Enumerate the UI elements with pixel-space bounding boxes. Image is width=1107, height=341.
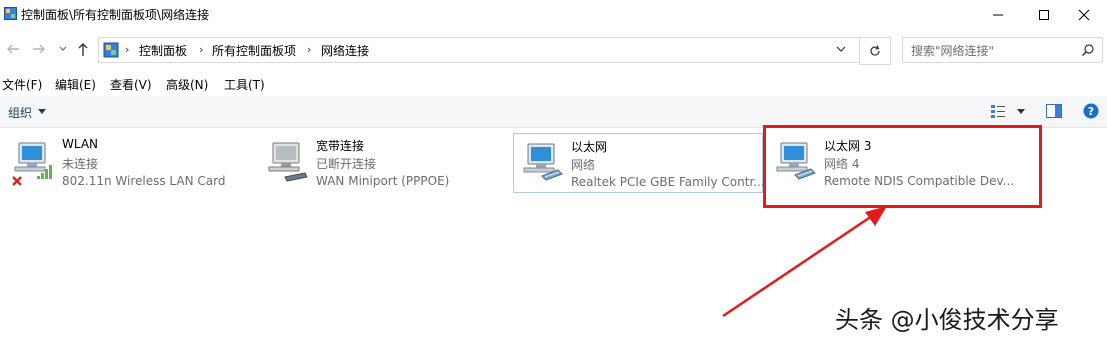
menu-file[interactable]: 文件(F) — [2, 73, 42, 96]
command-bar: 组织 ? — [0, 96, 1107, 128]
search-input[interactable]: 搜索"网络连接" — [902, 37, 1103, 63]
connection-status: 已断开连接 — [316, 157, 377, 171]
dropdown-arrow-icon[interactable] — [38, 109, 46, 115]
address-bar[interactable]: › 控制面板 › 所有控制面板项 › 网络连接 — [98, 37, 860, 63]
dropdown-arrow-icon[interactable] — [1017, 109, 1025, 115]
broadband-connection-icon — [268, 142, 308, 182]
window-title: 控制面板\所有控制面板项\网络连接 — [21, 8, 210, 22]
connection-device: Realtek PCIe GBE Family Contr... — [571, 175, 765, 189]
menu-view[interactable]: 查看(V) — [110, 73, 152, 96]
connection-name: 宽带连接 — [316, 139, 365, 153]
breadcrumb-network-connections[interactable]: 网络连接 — [321, 42, 369, 59]
connection-device: 802.11n Wireless LAN Card — [62, 174, 226, 188]
chevron-right-icon[interactable]: › — [307, 43, 311, 56]
control-panel-icon — [103, 42, 119, 58]
search-placeholder: 搜索"网络连接" — [911, 44, 995, 58]
connection-status: 网络 — [571, 158, 596, 172]
breadcrumb-all-items[interactable]: 所有控制面板项 — [212, 42, 296, 59]
connection-item-wlan[interactable]: WLAN 未连接 802.11n Wireless LAN Card — [5, 133, 250, 191]
menu-advanced[interactable]: 高级(N) — [166, 73, 208, 96]
chevron-right-icon[interactable]: › — [199, 43, 203, 56]
back-arrow-icon[interactable] — [4, 40, 22, 58]
forward-arrow-icon[interactable] — [30, 40, 48, 58]
refresh-icon — [870, 45, 880, 56]
connection-name: 以太网 — [571, 140, 608, 154]
connection-item-ethernet[interactable]: 以太网 网络 Realtek PCIe GBE Family Contr... — [513, 133, 765, 193]
disconnected-x-icon — [12, 176, 22, 186]
up-arrow-icon[interactable] — [74, 40, 92, 58]
connection-status: 未连接 — [62, 157, 99, 171]
close-button[interactable] — [1061, 0, 1107, 30]
menu-bar: 文件(F) 编辑(E) 查看(V) 高级(N) 工具(T) — [0, 73, 1107, 95]
connection-name: WLAN — [62, 137, 99, 151]
connection-item-broadband[interactable]: 宽带连接 已断开连接 WAN Miniport (PPPOE) — [259, 133, 504, 191]
help-icon[interactable]: ? — [1083, 103, 1099, 119]
ethernet-network-icon — [523, 143, 563, 181]
search-icon[interactable] — [1081, 43, 1095, 57]
maximize-icon — [1039, 10, 1049, 20]
minimize-icon — [993, 14, 1003, 16]
chevron-right-icon[interactable]: › — [125, 43, 129, 56]
chevron-down-icon[interactable] — [834, 42, 848, 56]
change-view-icon[interactable] — [990, 103, 1006, 119]
breadcrumb-control-panel[interactable]: 控制面板 — [139, 42, 187, 59]
watermark: 头条 @小俊技术分享 — [835, 306, 1059, 334]
minimize-button[interactable] — [975, 0, 1021, 30]
chevron-down-icon[interactable] — [58, 44, 68, 54]
organize-button[interactable]: 组织 — [8, 104, 32, 121]
highlight-box — [763, 125, 1042, 208]
close-icon — [1078, 9, 1090, 21]
preview-pane-icon[interactable] — [1046, 104, 1062, 118]
control-panel-icon — [4, 7, 17, 20]
refresh-button[interactable] — [859, 37, 891, 65]
title-bar: 控制面板\所有控制面板项\网络连接 — [0, 0, 1107, 30]
connection-device: WAN Miniport (PPPOE) — [316, 174, 450, 188]
menu-edit[interactable]: 编辑(E) — [55, 73, 96, 96]
menu-tools[interactable]: 工具(T) — [224, 73, 265, 96]
svg-text:?: ? — [1088, 105, 1094, 118]
